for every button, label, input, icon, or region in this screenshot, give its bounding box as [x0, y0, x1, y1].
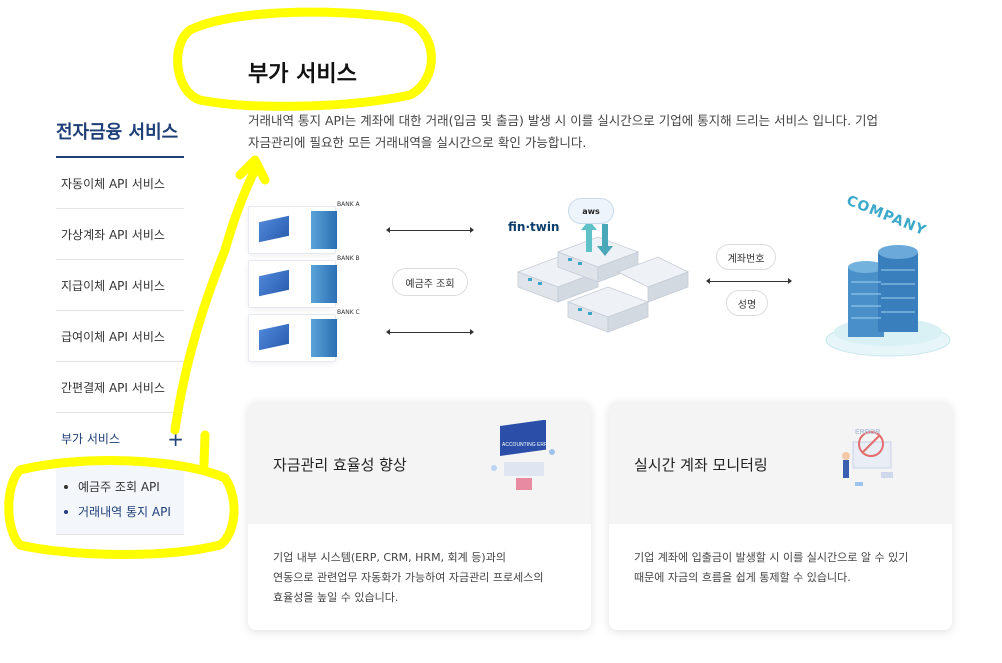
sidebar-item-virtual-account[interactable]: 가상계좌 API 서비스	[56, 209, 184, 260]
description-line: 거래내역 통지 API는 계좌에 대한 거래(입금 및 출금) 발생 시 이를 …	[248, 113, 879, 128]
bullet-icon	[64, 509, 68, 514]
bank-node: BANK B	[248, 255, 360, 308]
card-body: 기업 계좌에 입출금이 발생할 시 이를 실시간으로 알 수 있기 때문에 자금…	[609, 524, 952, 588]
card-title: 실시간 계좌 모니터링	[634, 456, 768, 474]
sidebar-item-auto-transfer[interactable]: 자동이체 API 서비스	[56, 158, 184, 209]
sidebar-item-salary-transfer[interactable]: 급여이체 API 서비스	[56, 311, 184, 362]
sidebar-item-payment-transfer[interactable]: 지급이체 API 서비스	[56, 260, 184, 311]
sidebar-item-easy-payment[interactable]: 간편결제 API 서비스	[56, 362, 184, 413]
plus-icon[interactable]: +	[167, 429, 184, 449]
page-description: 거래내역 통지 API는 계좌에 대한 거래(입금 및 출금) 발생 시 이를 …	[248, 110, 928, 154]
sidebar-item-label: 부가 서비스	[61, 432, 121, 446]
submenu-item-transaction-notice[interactable]: 거래내역 통지 API	[64, 499, 184, 524]
monitor-icon	[259, 215, 289, 243]
card-body-line: 연동으로 관련업무 자동화가 가능하여 자금관리 프로세스의	[273, 571, 544, 584]
sidebar-submenu: 예금주 조회 API 거래내역 통지 API	[56, 464, 184, 535]
card-body-line: 때문에 자금의 흐름을 쉽게 통제할 수 있습니다.	[634, 571, 851, 584]
double-arrow-icon	[706, 278, 792, 284]
submenu-item-account-holder[interactable]: 예금주 조회 API	[64, 474, 184, 499]
feature-card-efficiency: 자금관리 효율성 향상 ACCOUNTING ERP 기업 내부 시스템(ERP…	[248, 402, 591, 630]
card-header: 실시간 계좌 모니터링 ERROR	[609, 402, 952, 524]
bank-label: BANK B	[337, 255, 360, 262]
service-flow-diagram: BANK A BANK B BANK C 예금주 조회 fin·twin aws…	[248, 192, 958, 367]
feature-card-monitoring: 실시간 계좌 모니터링 ERROR 기업 계좌에 입출금이 발생할 시 이를 실…	[609, 402, 952, 630]
accounting-erp-illustration-icon: ACCOUNTING ERP	[491, 420, 555, 490]
description-line: 자금관리에 필요한 모든 거래내역을 실시간으로 확인 가능합니다.	[248, 135, 587, 150]
card-body-line: 효율성을 높일 수 있습니다.	[273, 591, 399, 604]
fintwin-logo: fin·twin	[508, 220, 560, 234]
monitor-icon	[259, 323, 289, 351]
bank-building-icon	[311, 319, 337, 357]
sidebar: 전자금융 서비스 자동이체 API 서비스 가상계좌 API 서비스 지급이체 …	[56, 118, 184, 535]
company-building-icon	[825, 245, 951, 357]
bank-node: BANK A	[248, 201, 360, 254]
card-title: 자금관리 효율성 향상	[273, 456, 407, 474]
submenu-item-label: 거래내역 통지 API	[78, 505, 171, 519]
card-body-line: 기업 내부 시스템(ERP, CRM, HRM, 회계 등)과의	[273, 551, 506, 564]
sidebar-item-additional-services[interactable]: 부가 서비스 +	[56, 413, 184, 464]
bank-label: BANK A	[337, 201, 360, 208]
name-pill: 성명	[726, 290, 768, 316]
bank-building-icon	[311, 265, 337, 303]
card-header: 자금관리 효율성 향상 ACCOUNTING ERP	[248, 402, 591, 524]
page-title: 부가 서비스	[248, 62, 357, 87]
bank-node: BANK C	[248, 309, 360, 362]
account-holder-inquiry-pill: 예금주 조회	[392, 268, 468, 296]
monitor-icon	[259, 269, 289, 297]
card-body-line: 기업 계좌에 입출금이 발생할 시 이를 실시간으로 알 수 있기	[634, 551, 909, 564]
svg-text:ACCOUNTING ERP: ACCOUNTING ERP	[502, 442, 548, 448]
card-body: 기업 내부 시스템(ERP, CRM, HRM, 회계 등)과의 연동으로 관련…	[248, 524, 591, 608]
double-arrow-icon	[386, 227, 474, 233]
error-monitoring-illustration-icon: ERROR	[842, 429, 893, 486]
bank-label: BANK C	[337, 309, 360, 316]
aws-cloud-icon: aws	[568, 198, 614, 224]
submenu-item-label: 예금주 조회 API	[78, 480, 160, 494]
double-arrow-icon	[386, 329, 474, 335]
account-number-pill: 계좌번호	[716, 244, 776, 270]
svg-text:ERROR: ERROR	[855, 429, 880, 436]
bullet-icon	[64, 484, 68, 489]
sidebar-title: 전자금융 서비스	[56, 118, 184, 158]
bank-building-icon	[311, 211, 337, 249]
